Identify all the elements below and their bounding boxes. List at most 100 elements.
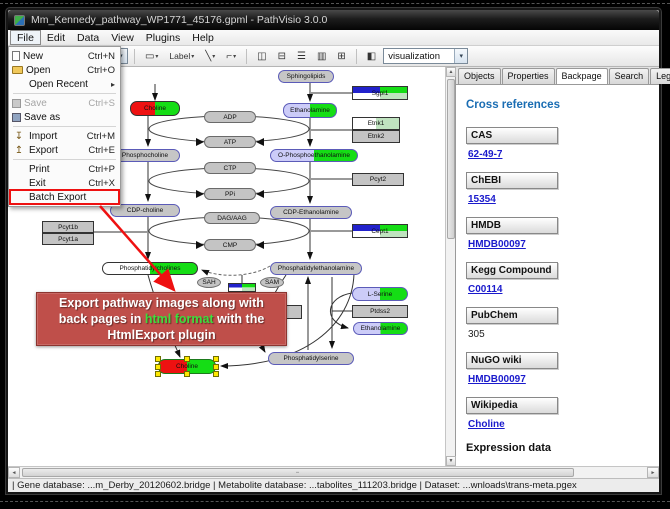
node-ppi[interactable]: PPi <box>204 188 256 200</box>
node-ethanolamine-top[interactable]: Ethanolamine <box>283 103 337 118</box>
file-menu-item-import[interactable]: ImportCtrl+M <box>10 129 119 143</box>
menubar: FileEditDataViewPluginsHelp <box>8 30 659 46</box>
file-menu-item-exit[interactable]: ExitCtrl+X <box>10 176 119 190</box>
chevron-down-icon: ▾ <box>155 53 158 60</box>
menu-help[interactable]: Help <box>186 30 220 45</box>
save-as-icon <box>12 113 21 122</box>
xref-link[interactable]: 62-49-7 <box>468 149 649 160</box>
xref-link[interactable]: C00114 <box>468 284 649 295</box>
node-label: CTP <box>224 165 237 172</box>
node-ctp[interactable]: CTP <box>204 162 256 174</box>
node-sgpl1[interactable]: Sgpl1 <box>352 86 408 100</box>
horizontal-scrollbar[interactable]: ◄ ┅ ► <box>8 466 659 478</box>
connector-icon: ⌐ <box>226 51 232 62</box>
selection-handle[interactable] <box>184 371 190 377</box>
chevron-down-icon[interactable]: ▾ <box>454 49 467 63</box>
tab-search[interactable]: Search <box>609 68 650 84</box>
stack-vertical-button[interactable]: ☰ <box>293 47 310 65</box>
node-pcyt2[interactable]: Pcyt2 <box>352 173 404 186</box>
node-dag-aag[interactable]: DAG/AAG <box>204 212 260 224</box>
selection-handle[interactable] <box>213 356 219 362</box>
scroll-left-icon[interactable]: ◄ <box>8 467 20 478</box>
tab-objects[interactable]: Objects <box>458 68 501 84</box>
node-o-phosphoethanolamine[interactable]: O-Phosphoethanolamine <box>270 149 358 162</box>
visualization-toggle-button[interactable]: ◧ <box>363 47 380 65</box>
node-pcyt1a[interactable]: Pcyt1a <box>42 233 94 245</box>
new-file-icon <box>12 51 20 61</box>
xref-link[interactable]: HMDB00097 <box>468 374 649 385</box>
menu-edit[interactable]: Edit <box>41 30 71 45</box>
node-adp[interactable]: ADP <box>204 111 256 123</box>
node-sam[interactable]: SAM <box>260 277 284 288</box>
xref-link[interactable]: HMDB00097 <box>468 239 649 250</box>
node-cdp-ethanolamine[interactable]: CDP-Ethanolamine <box>270 206 352 219</box>
stack-horizontal-button[interactable]: ▥ <box>313 47 330 65</box>
node-phosphatidylserine[interactable]: Phosphatidylserine <box>268 352 354 365</box>
tab-backpage[interactable]: Backpage <box>556 68 608 84</box>
line-tool-button[interactable]: ╲▾ <box>201 47 219 65</box>
menu-data[interactable]: Data <box>71 30 105 45</box>
node-l-serine[interactable]: L-Serine <box>352 287 408 301</box>
node-etnk2[interactable]: Etnk2 <box>352 130 400 143</box>
menu-plugins[interactable]: Plugins <box>140 30 186 45</box>
scroll-down-icon[interactable]: ▼ <box>446 456 456 466</box>
align-center-button[interactable]: ◫ <box>253 47 270 65</box>
label-tool-button[interactable]: Label▾ <box>165 47 198 65</box>
file-menu-item-new[interactable]: NewCtrl+N <box>10 49 119 63</box>
node-etnk1[interactable]: Etnk1 <box>352 117 400 130</box>
selection-handle[interactable] <box>213 371 219 377</box>
node-cept1[interactable]: Cept1 <box>352 224 408 238</box>
selection-handle[interactable] <box>184 356 190 362</box>
node-pemt[interactable] <box>228 283 256 292</box>
node-pcyt1b[interactable]: Pcyt1b <box>42 221 94 233</box>
xref-link[interactable]: 15354 <box>468 194 649 205</box>
scroll-right-icon[interactable]: ► <box>647 467 659 478</box>
file-menu-item-batch-export[interactable]: Batch Export <box>10 190 119 204</box>
node-atp[interactable]: ATP <box>204 136 256 148</box>
align-middle-icon: ⊟ <box>278 51 286 62</box>
align-middle-button[interactable]: ⊟ <box>274 47 290 65</box>
node-ptdss2[interactable]: Ptdss2 <box>352 305 408 318</box>
horizontal-scrollbar-thumb[interactable]: ┅ <box>22 468 574 477</box>
common-size-button[interactable]: ⊞ <box>333 47 349 65</box>
file-menu-item-print[interactable]: PrintCtrl+P <box>10 162 119 176</box>
no-icon <box>12 192 26 203</box>
connector-tool-button[interactable]: ⌐▾ <box>222 47 240 65</box>
menu-view[interactable]: View <box>105 30 140 45</box>
selection-handle[interactable] <box>155 371 161 377</box>
xref-link[interactable]: Choline <box>468 419 649 430</box>
visualization-combobox[interactable]: visualization ▾ <box>383 48 468 64</box>
node-sphingolipids[interactable]: Sphingolipids <box>278 70 334 83</box>
node-phosphatidylcholines[interactable]: Phosphatidylcholines <box>102 262 198 275</box>
file-menu-item-save-as[interactable]: Save as <box>10 110 119 124</box>
tab-properties[interactable]: Properties <box>502 68 555 84</box>
tab-legend[interactable]: Legend <box>650 68 670 84</box>
statusbar: | Gene database: ...m_Derby_20120602.bri… <box>8 478 659 492</box>
selection-handle[interactable] <box>155 364 161 370</box>
node-cmp[interactable]: CMP <box>204 239 256 251</box>
node-label: SAM <box>265 279 279 286</box>
canvas-vertical-scrollbar[interactable]: ▲ ▼ <box>445 67 455 466</box>
datanode-tool-button[interactable]: ▭▾ <box>141 47 162 65</box>
node-label: CMP <box>223 242 237 249</box>
titlebar[interactable]: Mm_Kennedy_pathway_WP1771_45176.gpml - P… <box>8 10 659 30</box>
node-choline-top[interactable]: Choline <box>130 101 180 116</box>
xref-section: HMDBHMDB00097 <box>466 217 649 250</box>
node-label: Choline <box>176 363 198 370</box>
node-sah[interactable]: SAH <box>197 277 221 288</box>
xref-db-header: Kegg Compound <box>466 262 558 279</box>
selection-handle[interactable] <box>213 364 219 370</box>
node-phosphatidylethanolamine[interactable]: Phosphatidylethanolamine <box>270 262 362 275</box>
file-menu-item-open-recent[interactable]: Open Recent▸ <box>10 77 119 91</box>
file-menu-item-open[interactable]: OpenCtrl+O <box>10 63 119 77</box>
file-menu-item-export[interactable]: ExportCtrl+E <box>10 143 119 157</box>
vertical-scrollbar-thumb[interactable] <box>447 79 455 239</box>
horizontal-scrollbar-track[interactable]: ┅ <box>20 467 647 478</box>
scroll-up-icon[interactable]: ▲ <box>446 67 456 77</box>
node-choline-selected[interactable]: Choline <box>158 359 216 374</box>
node-label: CDP-Ethanolamine <box>283 209 339 216</box>
node-ethanolamine-bottom[interactable]: Ethanolamine <box>353 322 408 335</box>
menu-file[interactable]: File <box>10 30 41 45</box>
selection-handle[interactable] <box>155 356 161 362</box>
node-label: SAH <box>202 279 215 286</box>
